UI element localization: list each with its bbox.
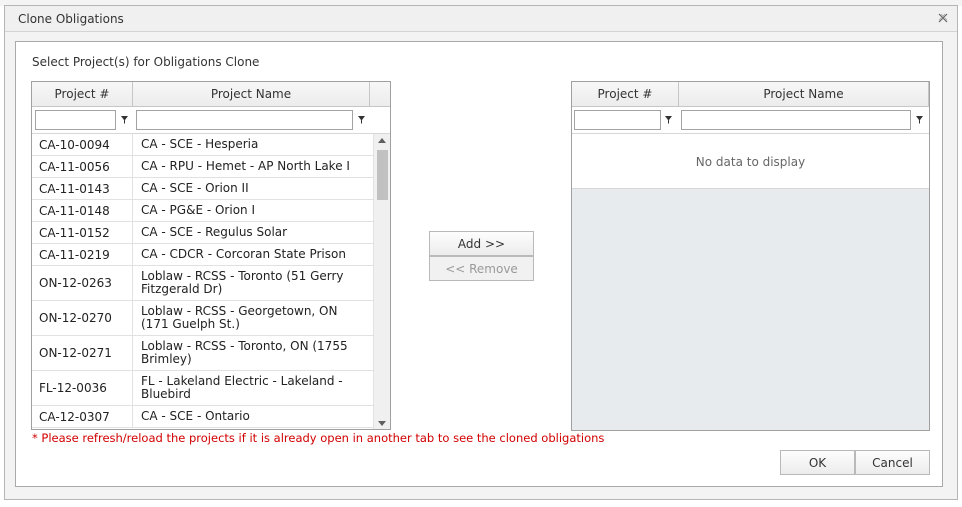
remove-button[interactable]: << Remove [429,256,534,281]
project-name-cell: FL - Lakeland Electric - Lakeland - Blue… [141,374,343,401]
project-number-cell: CA-11-0056 [32,156,133,177]
column-header-project-number[interactable]: Project # [572,82,679,107]
column-header-project-number[interactable]: Project # [32,82,133,107]
table-row[interactable]: CA-11-0148 CA - PG&E - Orion I [32,200,373,222]
project-name-cell: CA - SCE - Ontario [141,409,250,423]
ok-button[interactable]: OK [780,450,855,475]
project-name-cell: CA - RPU - Hemet - AP North Lake I [141,159,350,173]
dialog-titlebar: Clone Obligations [5,6,957,32]
section-label: Select Project(s) for Obligations Clone [32,55,260,69]
empty-grid-area: No data to display [572,134,929,189]
available-projects-grid: Project # Project Name CA-10-0094 CA - S… [31,81,391,430]
scrollbar-thumb[interactable] [377,150,388,200]
project-number-cell: CA-11-0152 [32,222,133,243]
filter-row [32,107,390,134]
project-number-cell: ON-12-0270 [32,301,133,335]
filter-icon[interactable] [916,116,923,124]
table-row[interactable]: CA-12-0307 CA - SCE - Ontario [32,406,373,428]
table-row[interactable]: ON-12-0270 Loblaw - RCSS - Georgetown, O… [32,301,373,336]
project-number-filter-input[interactable] [35,110,116,130]
cancel-button[interactable]: Cancel [855,450,930,475]
no-data-message: No data to display [695,155,806,169]
project-number-cell: ON-12-0271 [32,336,133,370]
project-number-filter-input[interactable] [574,110,661,130]
scroll-up-arrow-icon[interactable] [378,138,386,143]
dialog-content: Select Project(s) for Obligations Clone … [15,41,943,487]
project-number-cell: CA-11-0148 [32,200,133,221]
project-number-cell: CA-10-0094 [32,134,133,155]
add-button[interactable]: Add >> [429,231,534,256]
grid-header: Project # Project Name [572,82,929,107]
project-number-cell: CA-12-0307 [32,406,133,427]
refresh-warning: * Please refresh/reload the projects if … [32,431,605,445]
project-number-cell: CA-11-0219 [32,244,133,265]
dialog-title: Clone Obligations [18,12,124,26]
project-name-cell: CA - SCE - Hesperia [141,137,259,151]
project-name-cell: CA - CDCR - Corcoran State Prison [141,247,346,261]
selected-projects-grid: Project # Project Name No data to displa… [571,81,930,431]
project-name-filter-input[interactable] [136,110,353,130]
vertical-scrollbar[interactable] [373,134,390,429]
clone-obligations-dialog: Clone Obligations Select Project(s) for … [4,5,958,500]
project-number-cell: ON-12-0263 [32,266,133,300]
grid-rows: CA-10-0094 CA - SCE - Hesperia CA-11-005… [32,134,373,429]
project-name-cell: CA - SCE - Regulus Solar [141,225,288,239]
table-row[interactable]: FL-12-0036 FL - Lakeland Electric - Lake… [32,371,373,406]
column-header-project-name[interactable]: Project Name [133,82,370,107]
project-name-cell: Loblaw - RCSS - Toronto, ON (1755 Brimle… [141,339,348,366]
project-name-cell: CA - PG&E - Orion I [141,203,255,217]
filter-icon[interactable] [121,116,128,124]
filter-icon[interactable] [665,116,672,124]
project-number-cell: CA-11-0143 [32,178,133,199]
grid-header: Project # Project Name [32,82,390,107]
project-name-cell: Loblaw - RCSS - Georgetown, ON (171 Guel… [141,304,338,331]
table-row[interactable]: CA-10-0094 CA - SCE - Hesperia [32,134,373,156]
project-name-cell: CA - SCE - Orion II [141,181,249,195]
table-row[interactable]: ON-12-0263 Loblaw - RCSS - Toronto (51 G… [32,266,373,301]
column-header-project-name[interactable]: Project Name [679,82,929,107]
table-row[interactable]: CA-11-0056 CA - RPU - Hemet - AP North L… [32,156,373,178]
project-name-cell: Loblaw - RCSS - Toronto (51 Gerry Fitzge… [141,269,344,296]
filter-row [572,107,929,134]
table-row[interactable]: ON-12-0271 Loblaw - RCSS - Toronto, ON (… [32,336,373,371]
project-name-filter-input[interactable] [681,110,911,130]
table-row[interactable]: CA-11-0143 CA - SCE - Orion II [32,178,373,200]
scroll-down-arrow-icon[interactable] [378,421,386,426]
project-number-cell: FL-12-0036 [32,371,133,405]
table-row[interactable]: CA-11-0219 CA - CDCR - Corcoran State Pr… [32,244,373,266]
table-row[interactable]: CA-11-0152 CA - SCE - Regulus Solar [32,222,373,244]
close-icon[interactable] [937,12,949,24]
filter-icon[interactable] [358,116,365,124]
